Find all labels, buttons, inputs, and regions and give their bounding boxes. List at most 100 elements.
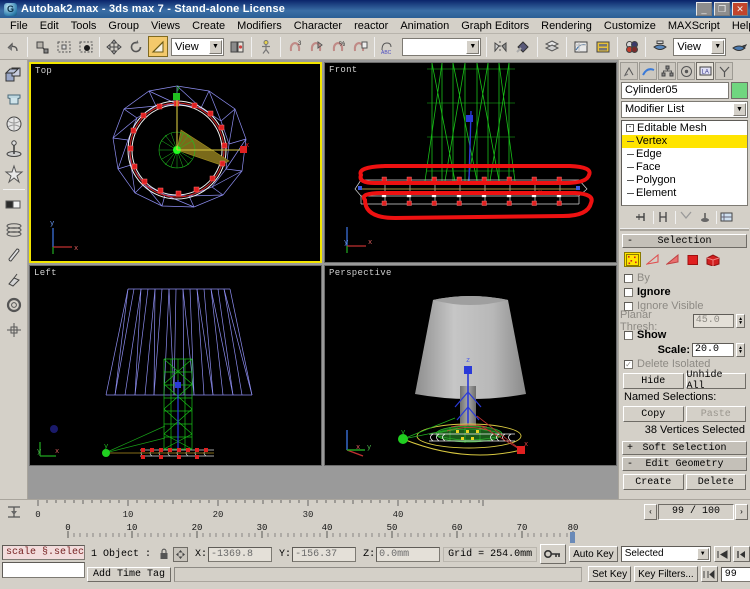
add-time-tag-button[interactable]: Add Time Tag bbox=[87, 566, 172, 582]
select-object-region-icon[interactable] bbox=[53, 36, 74, 57]
curve-editor-icon[interactable] bbox=[570, 36, 591, 57]
viewport-front[interactable]: Front x y x bbox=[324, 62, 617, 263]
menu-animation[interactable]: Animation bbox=[394, 19, 455, 33]
ignore-backfacing-checkbox[interactable] bbox=[624, 287, 633, 297]
chevron-down-icon-modifier[interactable]: ▼ bbox=[733, 103, 746, 116]
stack-expander[interactable]: - bbox=[626, 124, 634, 133]
pin-stack-icon[interactable] bbox=[634, 209, 651, 225]
angle-snap-icon[interactable] bbox=[306, 36, 327, 57]
selection-rollout-header[interactable]: - Selection bbox=[622, 234, 747, 248]
motion-tab[interactable] bbox=[677, 62, 695, 80]
select-by-region-circle-icon[interactable] bbox=[75, 36, 96, 57]
normal-scale-spinner[interactable]: ▲ ▼ bbox=[736, 342, 745, 357]
go-to-start-icon[interactable] bbox=[713, 546, 731, 562]
delete-button[interactable]: Delete bbox=[685, 474, 746, 490]
remove-modifier-icon[interactable] bbox=[697, 209, 714, 225]
current-frame-field[interactable]: 99 bbox=[720, 566, 750, 582]
select-and-scale-icon[interactable] bbox=[148, 36, 169, 57]
by-vertex-row[interactable]: By bbox=[620, 271, 749, 285]
selection-rollout-expander[interactable]: - bbox=[627, 236, 633, 247]
viewport-left[interactable]: Left y y x bbox=[29, 265, 322, 466]
utilities-tab[interactable] bbox=[715, 62, 733, 80]
key-filters-button[interactable]: Key Filters... bbox=[634, 566, 698, 582]
shapes-icon[interactable] bbox=[2, 87, 26, 111]
helper-icon[interactable] bbox=[2, 318, 26, 342]
menu-graph-editors[interactable]: Graph Editors bbox=[455, 19, 535, 33]
loft-icon[interactable] bbox=[2, 218, 26, 242]
menu-customize[interactable]: Customize bbox=[598, 19, 662, 33]
menu-reactor[interactable]: reactor bbox=[348, 19, 394, 33]
next-frame-button[interactable]: › bbox=[735, 503, 748, 520]
quick-render-icon[interactable] bbox=[729, 36, 750, 57]
auto-key-button[interactable]: Auto Key bbox=[569, 546, 618, 562]
viewport-perspective[interactable]: Perspective z y x x y bbox=[324, 265, 617, 466]
snap-toggle-icon[interactable]: 3 bbox=[284, 36, 305, 57]
select-and-rotate-icon[interactable] bbox=[126, 36, 147, 57]
paste-button[interactable]: Paste bbox=[685, 406, 746, 422]
delete-isolated-row[interactable]: ✓ Delete Isolated bbox=[620, 357, 749, 371]
show-normals-row[interactable]: Show bbox=[620, 328, 749, 342]
track-bar-left-icon[interactable] bbox=[0, 500, 28, 523]
menu-rendering[interactable]: Rendering bbox=[535, 19, 598, 33]
capsule-icon[interactable] bbox=[2, 243, 26, 267]
key-mode-toggle-button[interactable] bbox=[700, 566, 718, 582]
planar-threshold-field[interactable]: 45.0 bbox=[692, 313, 735, 328]
stack-item-element[interactable]: Element bbox=[622, 187, 747, 200]
close-button[interactable]: ✕ bbox=[732, 2, 748, 16]
soft-selection-rollout-header[interactable]: + Soft Selection bbox=[622, 441, 747, 455]
previous-frame-icon[interactable] bbox=[732, 546, 750, 562]
lathe-icon[interactable] bbox=[2, 137, 26, 161]
face-icon[interactable] bbox=[664, 252, 681, 267]
create-tab[interactable] bbox=[620, 62, 638, 80]
by-vertex-checkbox[interactable] bbox=[624, 273, 633, 283]
coord-x-field[interactable]: -1369.8 bbox=[208, 546, 273, 562]
minimize-button[interactable]: _ bbox=[696, 2, 712, 16]
schematic-view-icon[interactable] bbox=[592, 36, 613, 57]
stack-item-vertex[interactable]: Vertex bbox=[622, 135, 747, 148]
modify-tab[interactable] bbox=[639, 62, 657, 80]
delete-isolated-checkbox[interactable]: ✓ bbox=[624, 359, 633, 369]
soft-selection-expander[interactable]: + bbox=[627, 443, 633, 454]
show-normals-checkbox[interactable] bbox=[624, 330, 633, 340]
coord-z-field[interactable]: 0.0mm bbox=[376, 546, 441, 562]
checker-icon[interactable] bbox=[2, 193, 26, 217]
copy-button[interactable]: Copy bbox=[623, 406, 684, 422]
normal-scale-field[interactable]: 20.0 bbox=[692, 342, 734, 357]
stack-item-polygon[interactable]: Polygon bbox=[622, 174, 747, 187]
hierarchy-tab[interactable] bbox=[658, 62, 676, 80]
menu-maxscript[interactable]: MAXScript bbox=[662, 19, 726, 33]
percent-snap-icon[interactable]: % bbox=[328, 36, 349, 57]
maxscript-input[interactable] bbox=[2, 562, 86, 578]
previous-frame-button[interactable]: ‹ bbox=[644, 503, 657, 520]
menu-views[interactable]: Views bbox=[145, 19, 186, 33]
absolute-relative-toggle-icon[interactable] bbox=[173, 546, 189, 562]
menu-tools[interactable]: Tools bbox=[65, 19, 103, 33]
timeline-ruler[interactable]: 0 10 20 30 40 bbox=[28, 500, 642, 523]
restore-button[interactable]: ❐ bbox=[714, 2, 730, 16]
object-color-swatch[interactable] bbox=[731, 82, 748, 99]
time-slider-ruler[interactable]: 0 10 20 30 40 50 60 70 80 bbox=[0, 523, 750, 543]
menu-create[interactable]: Create bbox=[186, 19, 231, 33]
coord-y-field[interactable]: -156.37 bbox=[292, 546, 357, 562]
geometry-primitives-icon[interactable] bbox=[2, 62, 26, 86]
modifier-list-combo[interactable]: Modifier List ▼ bbox=[621, 101, 748, 118]
modifier-stack[interactable]: - Editable Mesh Vertex Edge Face Polygon … bbox=[621, 120, 748, 206]
select-and-move-icon[interactable] bbox=[104, 36, 125, 57]
make-unique-icon[interactable] bbox=[678, 209, 695, 225]
vertex-icon[interactable] bbox=[624, 252, 641, 267]
object-name-field[interactable]: Cylinder05 bbox=[621, 82, 729, 99]
stack-item-editable-mesh[interactable]: - Editable Mesh bbox=[622, 122, 747, 135]
edit-geometry-expander[interactable]: - bbox=[627, 459, 633, 470]
chevron-down-icon-3[interactable]: ▼ bbox=[711, 39, 725, 54]
undo-icon[interactable] bbox=[3, 36, 23, 57]
render-scene-icon[interactable] bbox=[650, 36, 671, 57]
chevron-down-icon-keyfilter[interactable]: ▼ bbox=[696, 548, 709, 560]
spinner-snap-icon[interactable] bbox=[350, 36, 371, 57]
key-filter-combo[interactable]: Selected ▼ bbox=[620, 546, 711, 562]
render-viewport-combo[interactable]: View ▼ bbox=[673, 37, 727, 56]
menu-group[interactable]: Group bbox=[102, 19, 145, 33]
viewport-top[interactable]: Top y x y x bbox=[29, 62, 322, 263]
stack-item-face[interactable]: Face bbox=[622, 161, 747, 174]
menu-modifiers[interactable]: Modifiers bbox=[231, 19, 288, 33]
sphere-icon[interactable] bbox=[2, 112, 26, 136]
